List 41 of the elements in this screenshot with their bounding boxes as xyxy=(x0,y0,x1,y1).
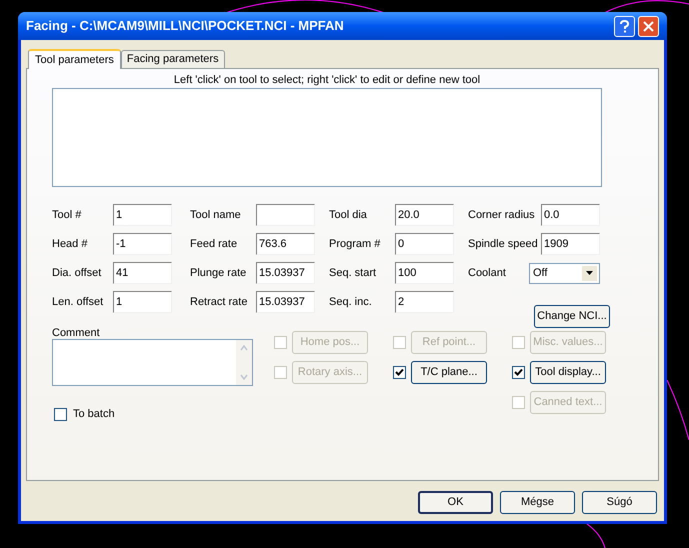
field-label: Corner radius xyxy=(467,208,536,223)
field-label: Program # xyxy=(329,236,382,252)
dialog-button[interactable]: Mégse xyxy=(500,491,575,514)
option-button[interactable]: T/C plane... xyxy=(411,361,487,384)
comment-label: Comment xyxy=(52,326,101,339)
input-field[interactable]: 15.03937 xyxy=(256,291,315,313)
checkbox-label: To batch xyxy=(73,407,115,422)
dialog-button[interactable]: OK xyxy=(418,491,493,514)
input-field[interactable]: -1 xyxy=(113,233,172,255)
field-label: Head # xyxy=(52,236,88,252)
field-label: Spindle speed xyxy=(467,236,539,252)
input-field[interactable]: 0.0 xyxy=(541,204,600,226)
hint-text: Left 'click' on tool to select; right 'click' to edit or define new tool xyxy=(172,73,482,88)
field-label: Plunge rate xyxy=(190,266,248,281)
field-label: Dia. offset xyxy=(52,266,102,281)
field-label: Tool # xyxy=(52,208,82,223)
option-button[interactable]: Tool display... xyxy=(530,361,606,384)
change-nci-button[interactable]: Change NCI... xyxy=(534,305,610,328)
tab[interactable]: Tool parameters xyxy=(28,49,121,69)
input-field[interactable]: 41 xyxy=(113,262,172,284)
dialog-button[interactable]: Súgó xyxy=(582,491,657,514)
field-label: Retract rate xyxy=(190,294,248,310)
field-label: Seq. inc. xyxy=(329,294,373,310)
coolant-dropdown[interactable]: Off xyxy=(529,262,600,284)
tab[interactable]: Facing parameters xyxy=(120,50,225,68)
field-label: Seq. start xyxy=(329,266,378,281)
field-label: Tool name xyxy=(190,208,242,223)
input-field[interactable]: 20.0 xyxy=(395,204,454,226)
field-label: Len. offset xyxy=(52,294,104,310)
field-label: Tool dia xyxy=(329,208,368,223)
input-field[interactable]: 0 xyxy=(395,233,454,255)
input-field[interactable]: 1 xyxy=(113,291,172,313)
input-field[interactable]: 2 xyxy=(395,291,454,313)
input-field[interactable]: 1909 xyxy=(541,233,600,255)
input-field[interactable]: 1 xyxy=(113,204,172,226)
input-field[interactable]: 100 xyxy=(395,262,454,284)
input-field[interactable]: 15.03937 xyxy=(256,262,315,284)
input-field[interactable]: 763.6 xyxy=(256,233,315,255)
field-label: Coolant xyxy=(467,266,507,281)
field-label: Feed rate xyxy=(190,236,238,252)
window-title: Facing - C:\MCAM9\MILL\NCI\POCKET.NCI - MPFAN xyxy=(26,17,345,36)
